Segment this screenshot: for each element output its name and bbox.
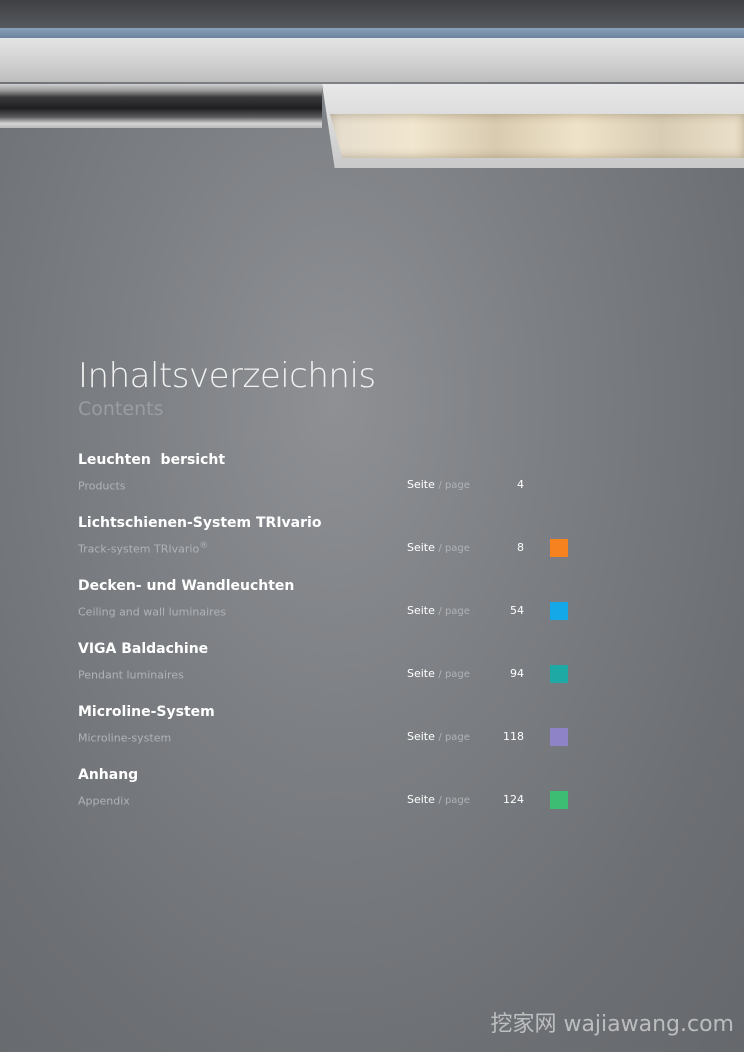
toc-page-label: Seite / page (407, 478, 470, 491)
section-color-swatch (550, 665, 568, 683)
page-subtitle: Contents (78, 398, 164, 420)
toc-entry-pendant[interactable]: VIGA Baldachine Pendant luminaires Seite… (78, 641, 578, 691)
section-color-swatch (550, 791, 568, 809)
toc-heading: Anhang (78, 767, 139, 783)
toc-subheading: Track-system TRIvario® (78, 541, 209, 556)
toc-heading: VIGA Baldachine (78, 641, 209, 657)
toc-page-label: Seite / page (407, 604, 470, 617)
toc-subheading: Microline-system (78, 731, 172, 745)
toc-heading: Lichtschienen-System TRIvario (78, 515, 322, 531)
section-color-swatch (550, 602, 568, 620)
section-color-swatch (550, 728, 568, 746)
toc-entry-ceiling-wall[interactable]: Decken- und Wandleuchten Ceiling and wal… (78, 578, 578, 628)
toc-subheading: Products (78, 479, 126, 493)
toc-entry-appendix[interactable]: Anhang Appendix Seite / page 124 (78, 767, 578, 817)
toc-heading: Leuchten bersicht (78, 452, 226, 468)
toc-page-label: Seite / page (407, 730, 470, 743)
toc-subheading: Pendant luminaires (78, 668, 184, 682)
toc-entry-track-system[interactable]: Lichtschienen-System TRIvario Track-syst… (78, 515, 578, 565)
toc-page-number: 124 (503, 793, 524, 806)
fixture-housing (0, 38, 744, 82)
toc-subheading: Ceiling and wall luminaires (78, 605, 226, 619)
watermark: 挖家网 wajiawang.com (490, 1012, 734, 1037)
toc-page-number: 118 (503, 730, 524, 743)
page-title: Inhaltsverzeichnis (78, 356, 376, 396)
toc-heading: Microline-System (78, 704, 215, 720)
toc-page-number: 4 (517, 478, 524, 491)
toc-page-number: 8 (517, 541, 524, 554)
toc-page-label: Seite / page (407, 667, 470, 680)
ceiling (0, 0, 744, 28)
ceiling-rail (0, 28, 744, 38)
section-color-swatch (550, 539, 568, 557)
toc-entry-microline[interactable]: Microline-System Microline-system Seite … (78, 704, 578, 754)
track-profile (0, 84, 322, 128)
toc-entry-products[interactable]: Leuchten bersicht Products Seite / page … (78, 452, 578, 502)
toc-page-label: Seite / page (407, 541, 470, 554)
toc-subheading: Appendix (78, 794, 130, 808)
toc-page-label: Seite / page (407, 793, 470, 806)
toc-heading: Decken- und Wandleuchten (78, 578, 295, 594)
toc-page-number: 94 (510, 667, 524, 680)
light-fixture-photo (0, 0, 744, 170)
lamp-diffuser (330, 114, 744, 158)
toc-page-number: 54 (510, 604, 524, 617)
